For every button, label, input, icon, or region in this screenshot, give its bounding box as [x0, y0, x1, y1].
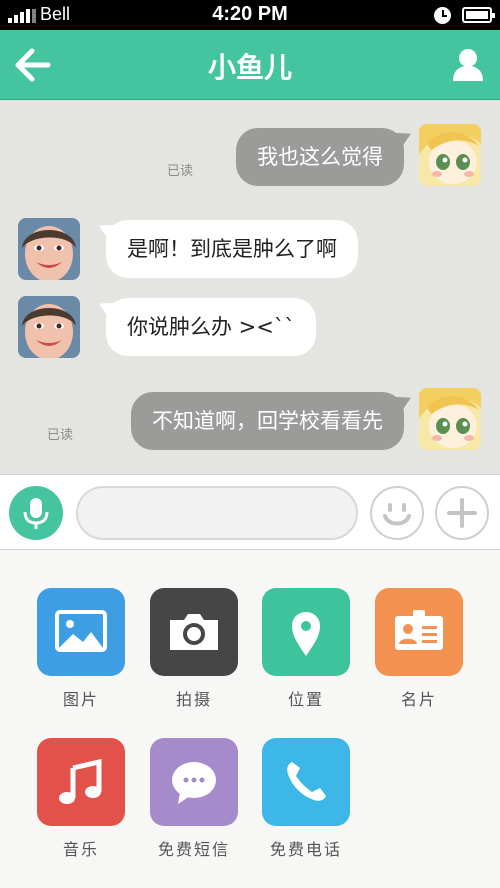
contact-card-icon [375, 588, 463, 676]
more-options-button[interactable] [435, 486, 489, 540]
voice-input-button[interactable] [9, 486, 63, 540]
app-location[interactable]: 位置 [261, 588, 351, 710]
contact-avatar[interactable] [18, 296, 80, 358]
camera-icon [150, 588, 238, 676]
alarm-clock-icon [434, 7, 451, 24]
smiley-icon [383, 503, 411, 526]
emoji-button[interactable] [370, 486, 424, 540]
app-label: 拍摄 [175, 690, 212, 709]
my-avatar[interactable] [419, 388, 481, 450]
user-icon [453, 49, 483, 81]
image-icon [37, 588, 125, 676]
message-row: 已读 我也这么觉得 [0, 124, 500, 190]
message-row: 是啊！到底是肿么了啊 [0, 216, 500, 282]
status-time: 4:20 PM [212, 3, 288, 25]
app-label: 免费电话 [269, 840, 342, 859]
chat-bubble-icon [150, 738, 238, 826]
app-label: 名片 [400, 690, 437, 709]
incoming-message-bubble[interactable]: 你说肿么办 ><`` [106, 298, 316, 356]
message-row: 你说肿么办 ><`` [0, 294, 500, 360]
location-pin-icon [262, 588, 350, 676]
message-text-field[interactable] [76, 486, 358, 540]
app-camera[interactable]: 拍摄 [149, 588, 239, 710]
app-label: 免费短信 [157, 840, 230, 859]
app-contact-card[interactable]: 名片 [374, 588, 464, 710]
music-note-icon [37, 738, 125, 826]
app-label: 位置 [287, 690, 324, 709]
contact-profile-button[interactable] [448, 47, 488, 83]
plus-icon [447, 498, 477, 528]
contact-avatar[interactable] [18, 218, 80, 280]
page-title: 小鱼儿 [207, 51, 292, 84]
chat-history[interactable]: 已读 我也这么觉得 是啊！到底是肿么了啊 你说肿么办 ><`` 已读 不知道啊，… [0, 100, 500, 474]
app-label: 图片 [62, 690, 99, 709]
message-input-bar [0, 474, 500, 550]
outgoing-message-bubble[interactable]: 我也这么觉得 [236, 128, 404, 186]
read-receipt: 已读 [167, 164, 194, 179]
app-free-call[interactable]: 免费电话 [261, 738, 351, 860]
status-bar: Bell 4:20 PM [0, 0, 500, 30]
app-music[interactable]: 音乐 [36, 738, 126, 860]
outgoing-message-bubble[interactable]: 不知道啊，回学校看看先 [131, 392, 404, 450]
my-avatar[interactable] [419, 124, 481, 186]
battery-icon [462, 7, 495, 23]
message-row: 已读 不知道啊，回学校看看先 [0, 388, 500, 454]
chat-header: 小鱼儿 [0, 30, 500, 100]
app-label: 音乐 [62, 840, 99, 859]
phone-icon [262, 738, 350, 826]
microphone-icon [23, 498, 49, 529]
read-receipt: 已读 [47, 428, 74, 443]
app-free-sms[interactable]: 免费短信 [149, 738, 239, 860]
attachment-panel: 图片 拍摄 位置 名片 音乐 免费短信 免费电话 [0, 551, 500, 888]
incoming-message-bubble[interactable]: 是啊！到底是肿么了啊 [106, 220, 358, 278]
app-image[interactable]: 图片 [36, 588, 126, 710]
